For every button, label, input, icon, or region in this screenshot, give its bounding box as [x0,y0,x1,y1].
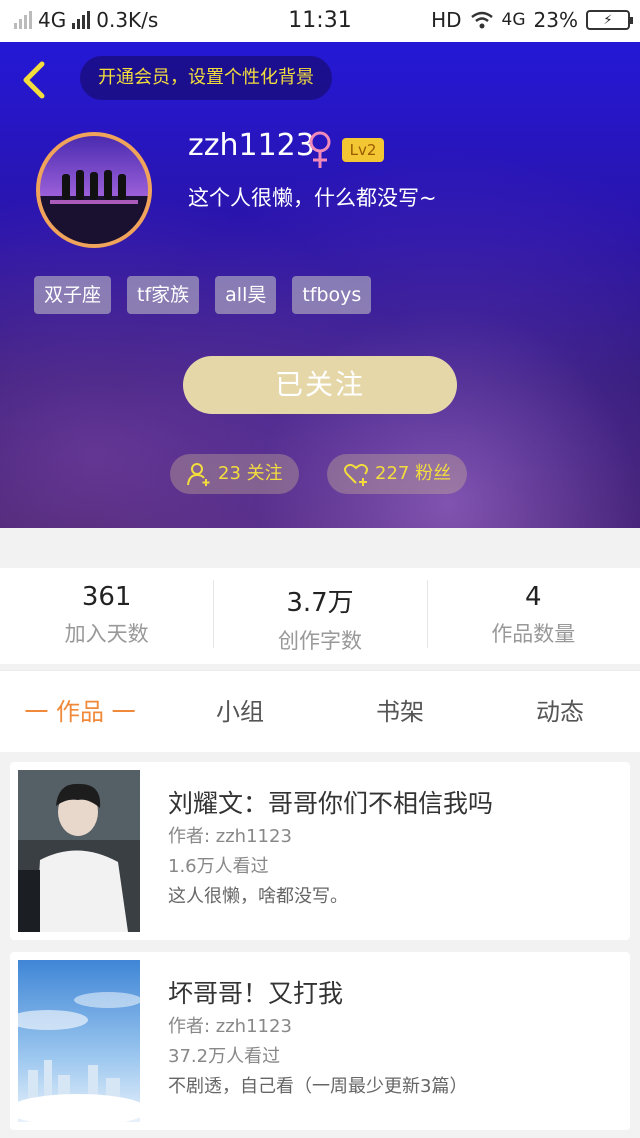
stat-value: 361 [81,582,132,612]
female-icon [309,131,331,168]
back-icon[interactable] [16,58,52,102]
username: zzh1123 [188,128,315,163]
bio: 这个人很懒，什么都没写~ [188,186,437,210]
stat-value: 3.7万 [286,588,354,618]
avatar[interactable] [36,132,152,248]
work-title: 坏哥哥！又打我 [168,979,344,1008]
tag-list: 双子座 tf家族 all昊 tfboys [34,276,372,314]
status-bar: 4G 0.3K/s 11:31 HD 4G 23% ⚡ [0,0,640,42]
profile-header: 开通会员，设置个性化背景 zzh1123 Lv2 这个人很懒，什么都没写~ 双子… [0,42,640,528]
work-author: 作者: zzh1123 [168,1016,292,1037]
user-add-icon [187,463,210,486]
stat-value: 4 [525,582,542,612]
tab-groups[interactable]: 小组 [160,671,320,752]
tag-item[interactable]: tf家族 [127,276,200,314]
tag-item[interactable]: all昊 [215,276,277,314]
hd-label: HD [431,8,462,32]
work-cover [18,770,140,932]
work-views: 37.2万人看过 [168,1046,281,1067]
follow-button[interactable]: 已关注 [183,356,457,414]
work-card[interactable]: 刘耀文：哥哥你们不相信我吗 作者: zzh1123 1.6万人看过 这人很懒，啥… [10,762,630,940]
following-button[interactable]: 23 关注 [170,454,299,494]
level-badge: Lv2 [342,138,384,162]
vip-banner-button[interactable]: 开通会员，设置个性化背景 [80,56,332,100]
battery-icon: ⚡ [586,10,633,30]
stat-join-days: 361 加入天数 [0,568,213,664]
network-label-2: 4G [501,10,526,30]
tag-item[interactable]: tfboys [292,276,372,314]
stat-label: 作品数量 [491,622,576,646]
wifi-icon [470,11,493,29]
stat-word-count: 3.7万 创作字数 [213,568,426,664]
work-views: 1.6万人看过 [168,856,269,877]
stat-label: 创作字数 [277,629,362,653]
stats-bar: 361 加入天数 3.7万 创作字数 4 作品数量 [0,568,640,664]
stat-label: 加入天数 [64,622,149,646]
avatar-image [40,170,148,244]
battery-percent: 23% [533,8,578,32]
work-card[interactable]: 坏哥哥！又打我 作者: zzh1123 37.2万人看过 不剧透，自己看（一周最… [10,952,630,1130]
work-author: 作者: zzh1123 [168,826,292,847]
work-desc: 不剧透，自己看（一周最少更新3篇） [168,1076,468,1097]
work-desc: 这人很懒，啥都没写。 [168,886,348,907]
tag-item[interactable]: 双子座 [34,276,112,314]
followers-count: 227 粉丝 [375,463,452,484]
tab-activity[interactable]: 动态 [480,671,640,752]
tab-bar: 一 作品 一 小组 书架 动态 [0,670,640,752]
stat-works-count: 4 作品数量 [426,568,640,664]
tab-works[interactable]: 一 作品 一 [0,671,160,752]
work-cover [18,960,140,1122]
followers-button[interactable]: 227 粉丝 [327,454,468,494]
heart-add-icon [344,463,368,486]
status-right: HD 4G 23% ⚡ [431,8,633,32]
following-count: 23 关注 [218,463,283,484]
work-title: 刘耀文：哥哥你们不相信我吗 [168,789,494,818]
tab-bookshelf[interactable]: 书架 [320,671,480,752]
